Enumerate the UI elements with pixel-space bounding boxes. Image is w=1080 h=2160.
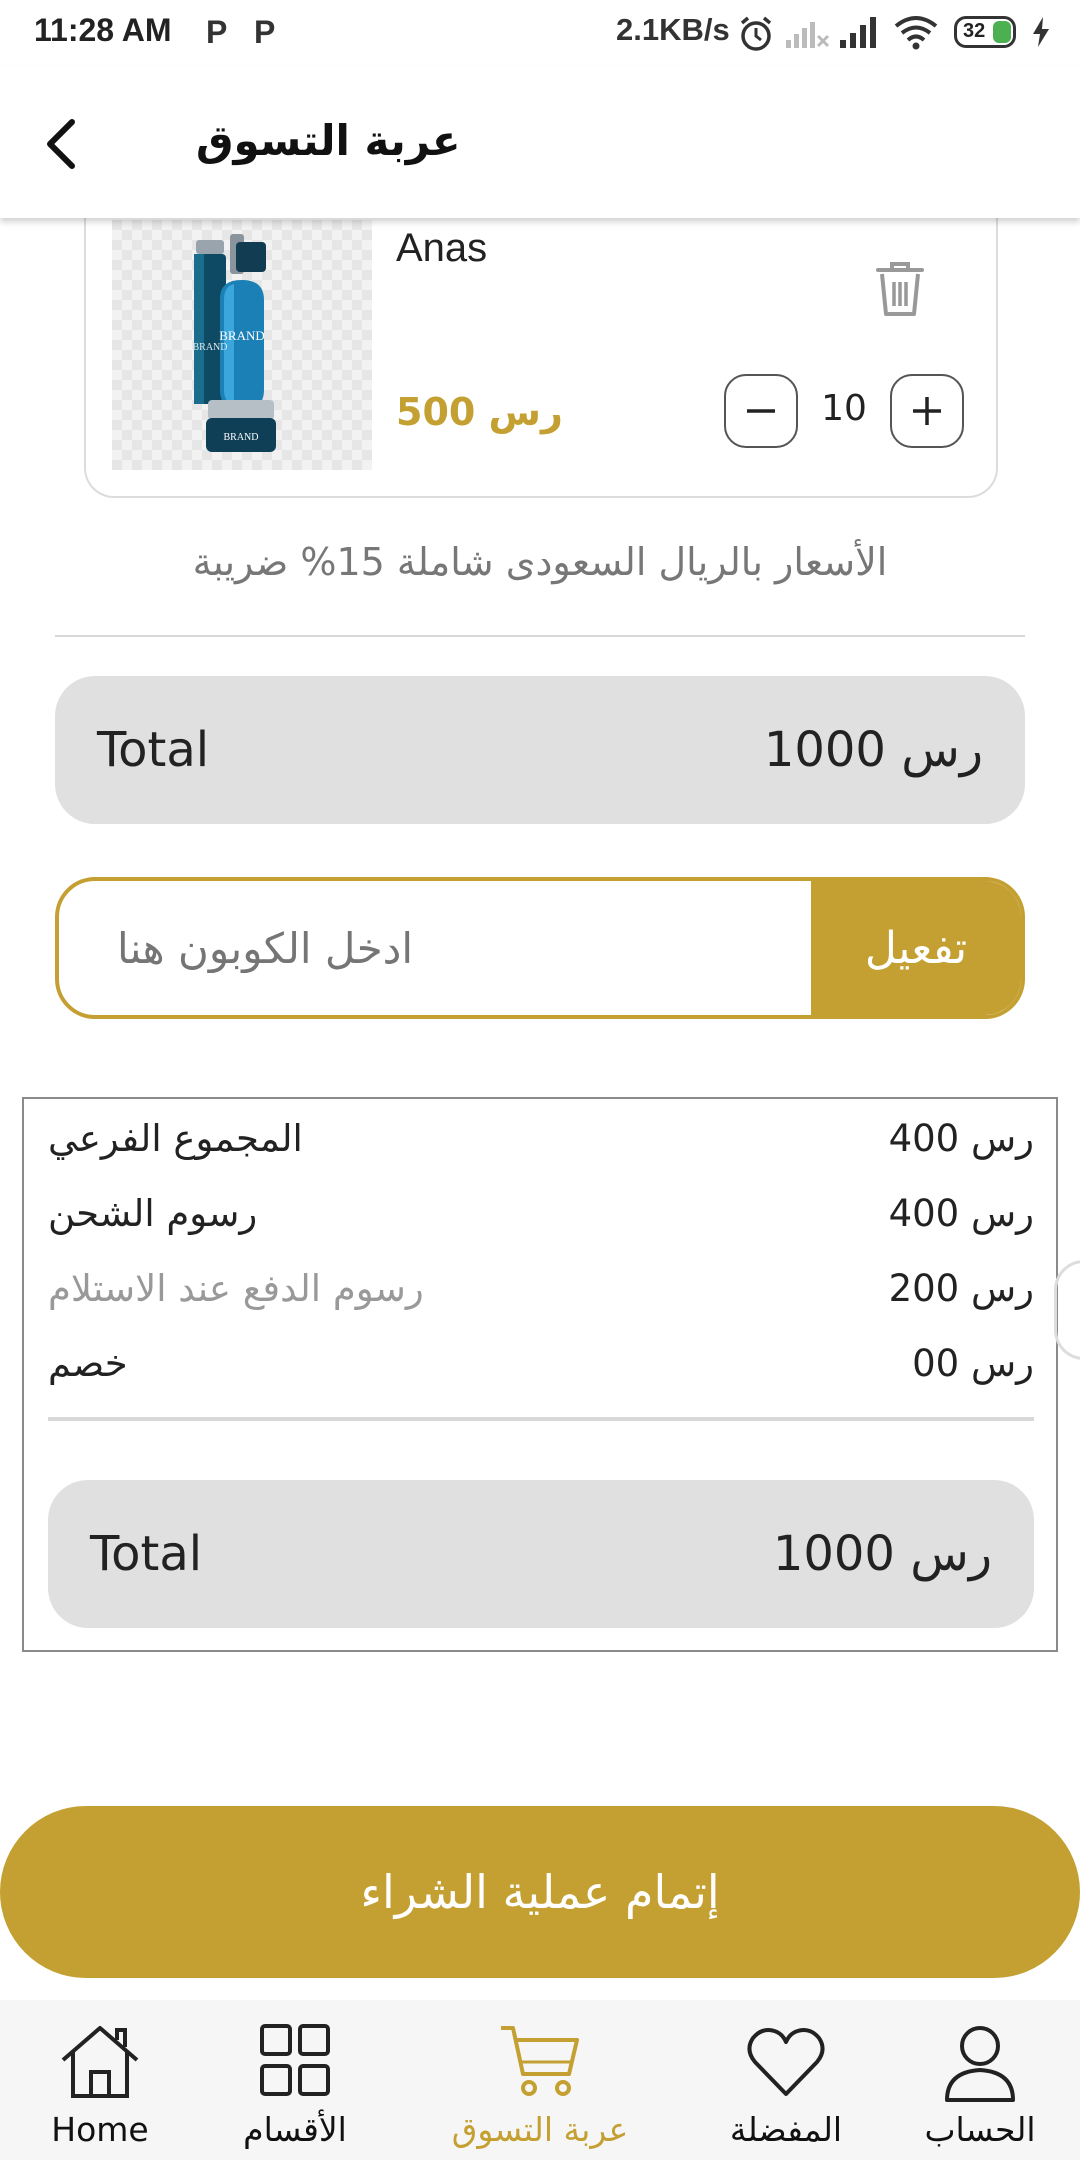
summary-label: رسوم الدفع عند الاستلام bbox=[48, 1267, 424, 1310]
charging-icon bbox=[1033, 17, 1049, 47]
summary-total-pill: Total رس 1000 bbox=[48, 1480, 1034, 1628]
status-bar: 11:28 AM P P 2.1KB/s 32 bbox=[0, 0, 1080, 66]
summary-row-shipping: رسوم الشحن رس 400 bbox=[48, 1192, 1034, 1252]
summary-label: المجموع الفرعي bbox=[48, 1117, 303, 1160]
nav-item-home[interactable]: Home bbox=[0, 2022, 200, 2149]
minus-icon bbox=[747, 409, 775, 413]
total-value: رس 1000 bbox=[763, 722, 983, 778]
product-name: Anas bbox=[396, 226, 488, 270]
summary-row-subtotal: المجموع الفرعي رس 400 bbox=[48, 1117, 1034, 1177]
network-speed: 2.1KB/s bbox=[616, 12, 730, 47]
checkout-button[interactable]: إتمام عملية الشراء bbox=[0, 1806, 1080, 1978]
tax-note: الأسعار بالريال السعودى شاملة 15% ضريبة bbox=[192, 540, 888, 584]
brand-label: BRAND bbox=[192, 342, 227, 353]
home-icon bbox=[61, 2026, 139, 2098]
notification-p-icon: P bbox=[206, 14, 228, 50]
wifi-icon bbox=[894, 16, 938, 50]
notification-p-icon: P bbox=[254, 14, 276, 50]
heart-icon bbox=[747, 2028, 825, 2096]
product-image: BRAND BRAND BRAND bbox=[112, 220, 372, 470]
grid-icon bbox=[260, 2024, 330, 2096]
summary-row-discount: خصم رس 00 bbox=[48, 1342, 1034, 1402]
decrease-quantity-button[interactable] bbox=[724, 374, 798, 448]
signal-icon bbox=[840, 17, 876, 48]
coupon-input[interactable] bbox=[59, 881, 815, 1015]
summary-label: خصم bbox=[48, 1342, 128, 1385]
app-header: عربة التسوق bbox=[0, 66, 1080, 218]
total-value: رس 1000 bbox=[772, 1526, 992, 1582]
alarm-icon bbox=[740, 16, 772, 51]
apply-coupon-button[interactable]: تفعيل bbox=[811, 881, 1021, 1015]
summary-divider bbox=[48, 1417, 1034, 1421]
user-icon bbox=[945, 2026, 1015, 2102]
cart-icon bbox=[501, 2026, 579, 2096]
battery-level: 32 bbox=[963, 20, 986, 42]
side-drawer-handle[interactable] bbox=[1054, 1260, 1080, 1360]
summary-value: رس 00 bbox=[912, 1342, 1034, 1385]
back-chevron-icon[interactable] bbox=[38, 116, 86, 172]
summary-value: رس 200 bbox=[888, 1267, 1034, 1310]
nav-item-categories[interactable]: الأقسام bbox=[195, 2022, 395, 2149]
nav-label: المفضلة bbox=[729, 2110, 843, 2149]
quantity-value: 10 bbox=[821, 388, 867, 429]
total-summary-pill: Total رس 1000 bbox=[55, 676, 1025, 824]
brand-label: BRAND bbox=[219, 328, 265, 343]
plus-icon bbox=[913, 397, 941, 425]
nav-label: عربة التسوق bbox=[451, 2110, 629, 2149]
nav-label: Home bbox=[51, 2110, 149, 2149]
bottom-nav: Home الأقسام عربة التسوق المفضلة الحساب bbox=[0, 2000, 1080, 2160]
total-label: Total bbox=[90, 1526, 203, 1582]
coupon-box: تفعيل bbox=[55, 877, 1025, 1019]
product-price: رس 500 bbox=[396, 390, 563, 434]
nav-item-favorites[interactable]: المفضلة bbox=[686, 2022, 886, 2149]
nav-label: الأقسام bbox=[243, 2110, 347, 2149]
battery-icon: 32 bbox=[954, 16, 1016, 48]
divider bbox=[55, 635, 1025, 637]
nav-item-account[interactable]: الحساب bbox=[880, 2022, 1080, 2149]
brand-label: BRAND bbox=[223, 432, 258, 443]
total-label: Total bbox=[97, 722, 210, 778]
increase-quantity-button[interactable] bbox=[890, 374, 964, 448]
nav-item-cart[interactable]: عربة التسوق bbox=[440, 2022, 640, 2149]
status-time: 11:28 AM bbox=[34, 12, 172, 48]
summary-value: رس 400 bbox=[888, 1192, 1034, 1235]
page-title: عربة التسوق bbox=[196, 116, 461, 165]
summary-label: رسوم الشحن bbox=[48, 1192, 258, 1235]
summary-value: رس 400 bbox=[888, 1117, 1034, 1160]
nav-label: الحساب bbox=[924, 2110, 1036, 2149]
summary-row-cod-fee: رسوم الدفع عند الاستلام رس 200 bbox=[48, 1267, 1034, 1327]
signal-weak-icon bbox=[786, 22, 830, 48]
order-summary: المجموع الفرعي رس 400 رسوم الشحن رس 400 … bbox=[22, 1097, 1058, 1652]
trash-icon[interactable] bbox=[872, 258, 928, 318]
